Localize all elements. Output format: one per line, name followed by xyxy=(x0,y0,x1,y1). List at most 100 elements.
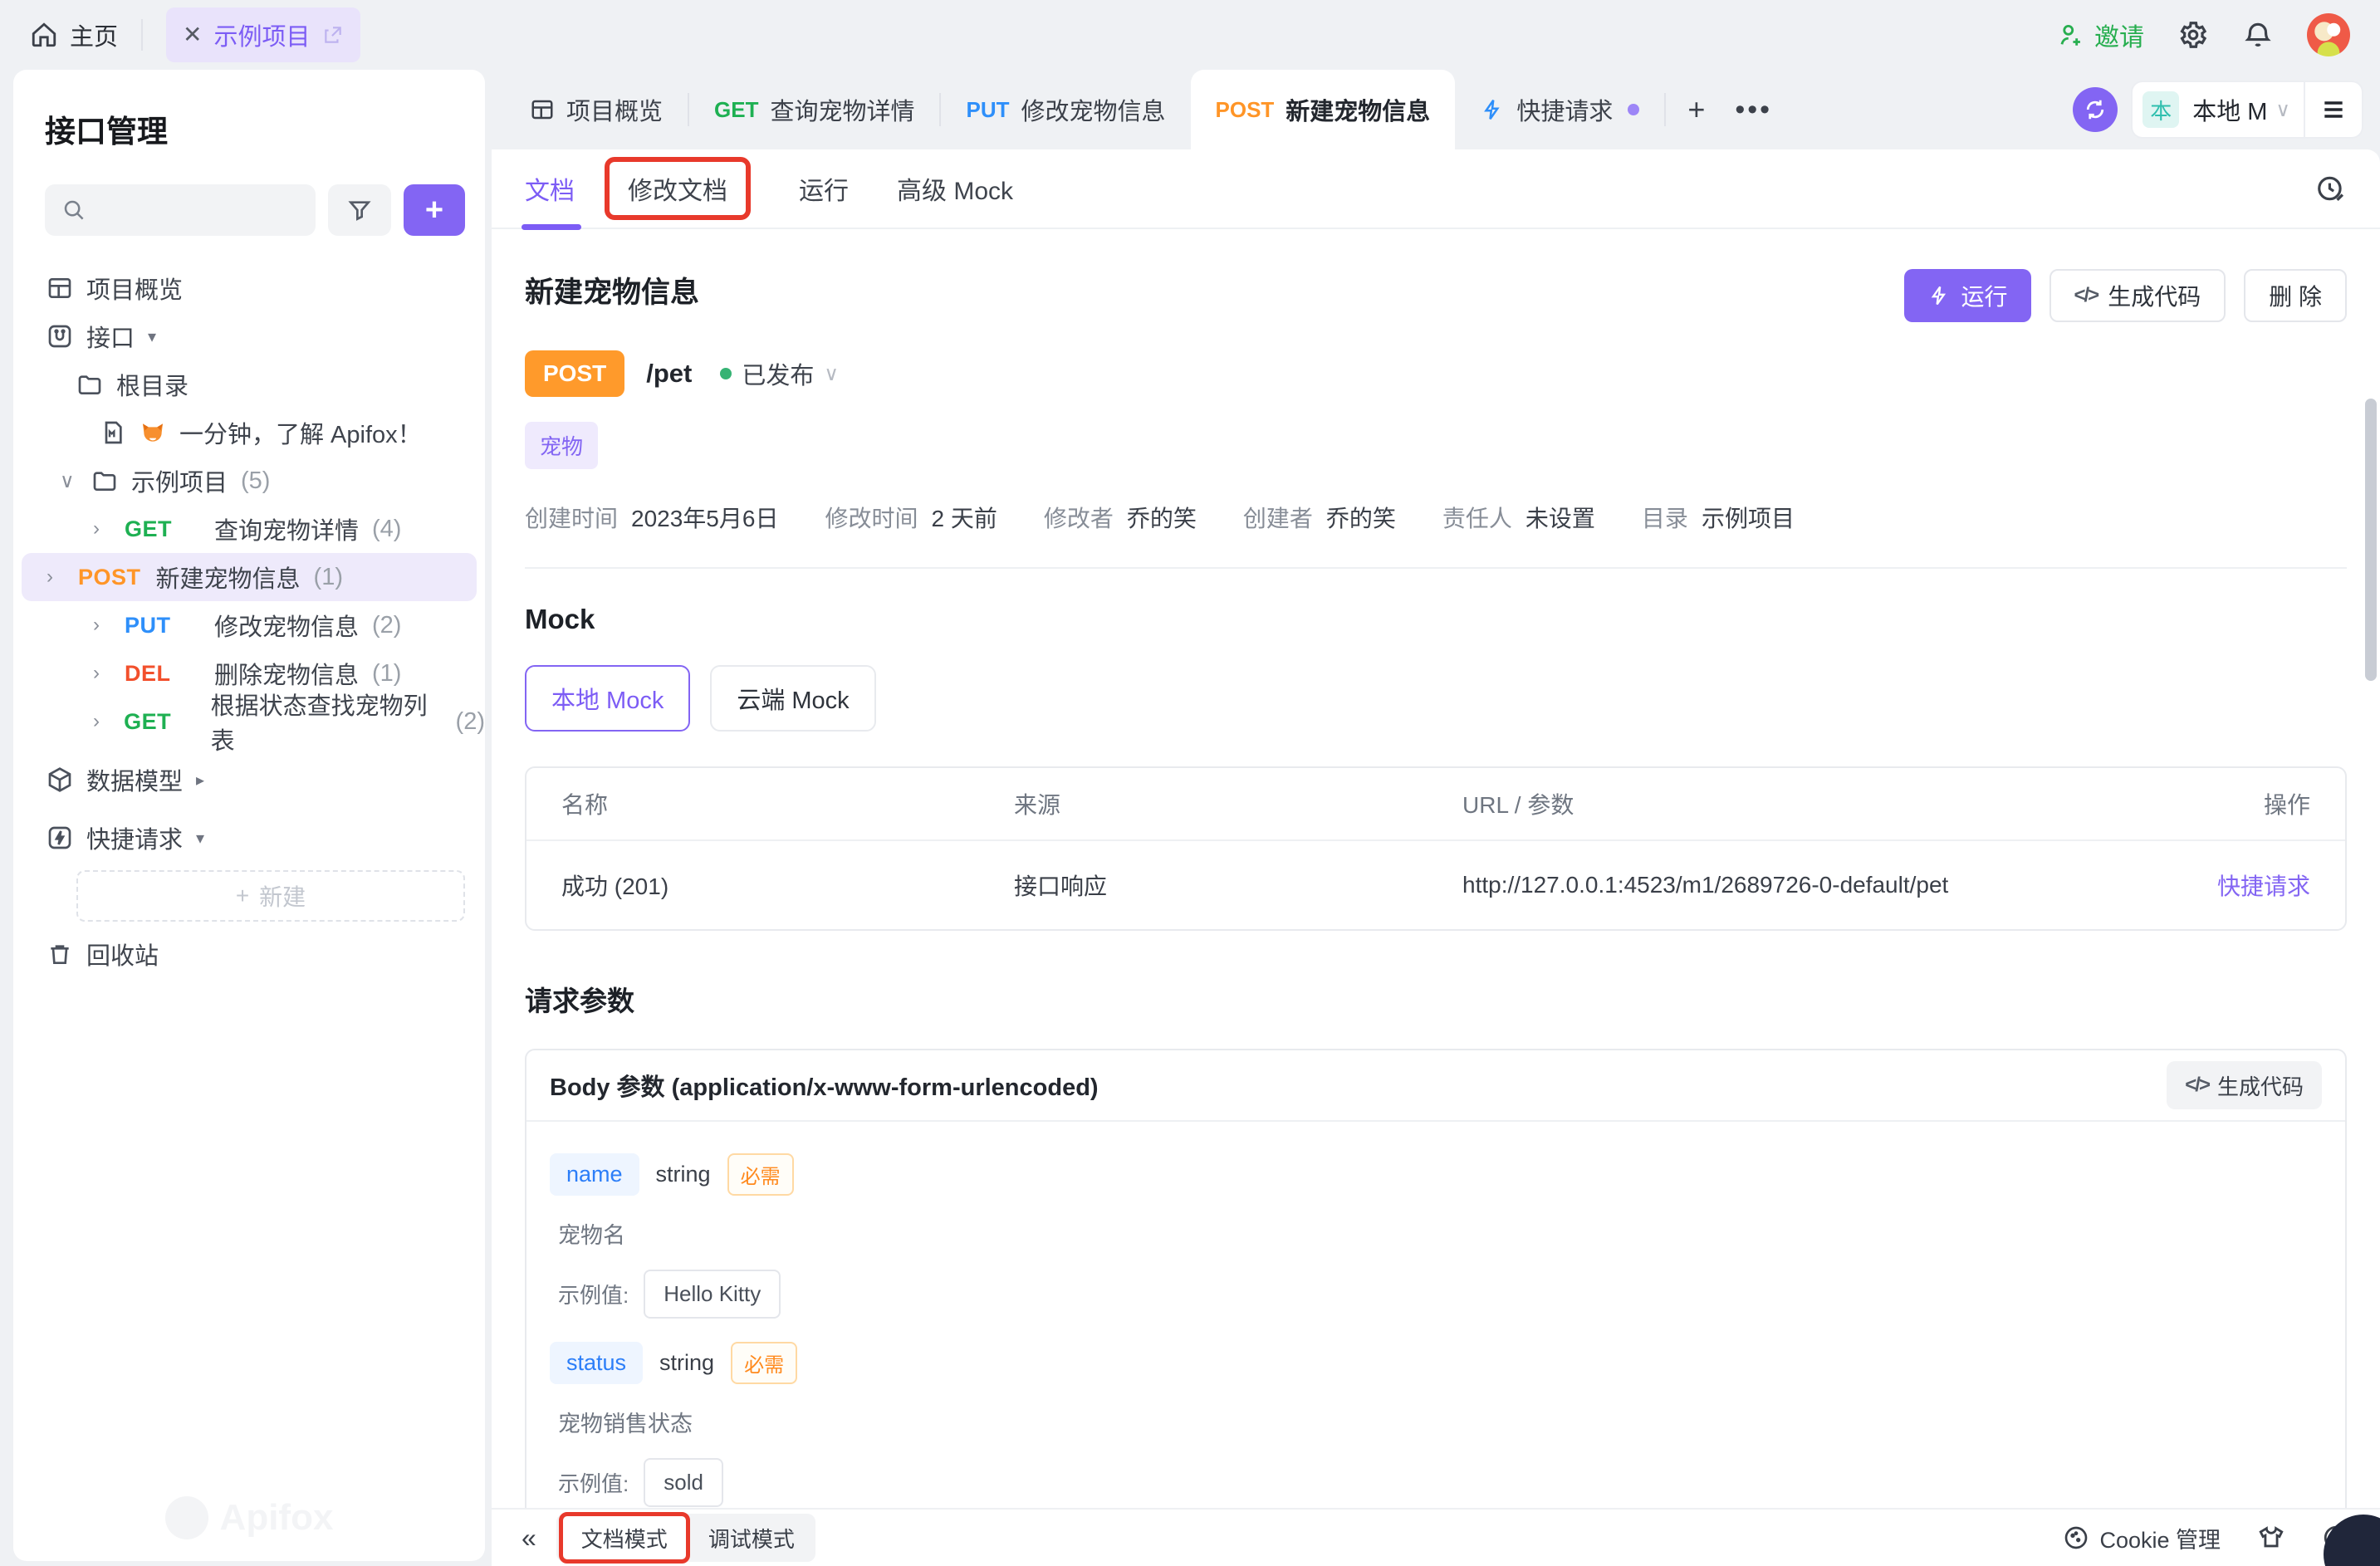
project-tab[interactable]: ✕ 示例项目 xyxy=(166,7,360,62)
method-badge: POST xyxy=(1216,97,1275,123)
new-quick-request-button[interactable]: + 新建 xyxy=(76,870,465,922)
cloud-mock-button[interactable]: 云端 Mock xyxy=(710,665,875,732)
filter-button[interactable] xyxy=(328,184,391,236)
scrollbar-thumb[interactable] xyxy=(2365,399,2377,681)
user-avatar[interactable] xyxy=(2307,13,2350,56)
search-field[interactable] xyxy=(98,198,299,223)
quick-request-link[interactable]: 快捷请求 xyxy=(2144,869,2310,902)
chevron-down-icon[interactable]: ∨ xyxy=(824,362,839,386)
example-folder-count: (5) xyxy=(241,467,270,495)
generate-code-label: 生成代码 xyxy=(2108,279,2201,312)
tab-more-button[interactable]: ••• xyxy=(1726,94,1780,126)
sidebar-item-data-model[interactable]: 数据模型 ▸ xyxy=(13,756,485,804)
chevron-right-icon[interactable]: › xyxy=(93,710,110,733)
api-label: 根据状态查找宠物列表 xyxy=(211,687,443,756)
sidebar-item-recycle-bin[interactable]: 回收站 xyxy=(13,930,485,978)
folder-icon xyxy=(76,371,103,398)
chevron-right-icon[interactable]: › xyxy=(47,565,65,589)
topbar-divider xyxy=(141,19,143,51)
publish-status[interactable]: 已发布 ∨ xyxy=(720,356,839,391)
caret-right-icon[interactable]: ▸ xyxy=(196,770,204,790)
overview-label: 项目概览 xyxy=(86,271,183,306)
doc-mode-label: 文档模式 xyxy=(581,1523,668,1554)
collapse-icon[interactable]: « xyxy=(522,1523,536,1554)
sidebar-api-put-update-pet[interactable]: › PUT 修改宠物信息 (2) xyxy=(13,601,485,649)
meta-label: 目录 xyxy=(1642,501,1688,534)
tab-put-update-pet[interactable]: PUT 修改宠物信息 xyxy=(941,70,1190,149)
api-count: (1) xyxy=(372,660,401,688)
subtab-doc[interactable]: 文档 xyxy=(525,149,575,228)
chevron-right-icon[interactable]: › xyxy=(93,662,111,685)
caret-down-icon[interactable]: ▾ xyxy=(148,326,156,347)
sidebar-folder-root[interactable]: 根目录 xyxy=(13,360,485,409)
home-button[interactable]: 主页 xyxy=(30,17,118,52)
doc-mode-button[interactable]: 文档模式 xyxy=(559,1512,690,1564)
mock-url[interactable]: http://127.0.0.1:4523/m1/2689726-0-defau… xyxy=(1462,872,2144,898)
meta-label: 创建时间 xyxy=(525,501,618,534)
gear-icon[interactable] xyxy=(2177,19,2209,51)
example-label: 示例值: xyxy=(558,1467,629,1498)
tab-label: 修改宠物信息 xyxy=(1021,92,1165,127)
new-tab-button[interactable]: + xyxy=(1666,92,1726,127)
env-badge: 本 xyxy=(2142,91,2179,128)
chevron-down-icon[interactable]: ∨ xyxy=(60,469,78,493)
tag-chip[interactable]: 宠物 xyxy=(525,422,598,469)
theme-shirt-icon[interactable] xyxy=(2257,1524,2285,1552)
project-tab-label: 示例项目 xyxy=(213,17,310,52)
sidebar-api-post-create-pet[interactable]: › POST 新建宠物信息 (1) xyxy=(22,553,477,601)
history-icon[interactable] xyxy=(2315,173,2347,204)
param-desc: 宠物名 xyxy=(558,1217,2322,1250)
sidebar-item-quick-request[interactable]: 快捷请求 ▾ xyxy=(13,814,485,862)
external-link-icon[interactable] xyxy=(322,24,344,46)
environment-selector[interactable]: 本 本地 M ∨ xyxy=(2133,82,2362,137)
chevron-down-icon[interactable]: ∨ xyxy=(2275,98,2290,122)
sidebar-api-get-pet-detail[interactable]: › GET 查询宠物详情 (4) xyxy=(13,505,485,553)
delete-button[interactable]: 删 除 xyxy=(2244,269,2347,322)
sidebar-section-apis[interactable]: 接口 ▾ xyxy=(13,312,485,360)
tab-get-pet-detail[interactable]: GET 查询宠物详情 xyxy=(689,70,939,149)
bolt-square-icon xyxy=(47,825,73,851)
generate-code-button[interactable]: </> 生成代码 xyxy=(2049,269,2226,322)
invite-button[interactable]: 邀请 xyxy=(2058,17,2144,53)
tab-post-create-pet-active[interactable]: POST 新建宠物信息 xyxy=(1191,70,1456,149)
body-params-panel: Body 参数 (application/x-www-form-urlencod… xyxy=(525,1049,2347,1545)
unsaved-dot xyxy=(1628,104,1639,115)
cookie-manager-button[interactable]: Cookie 管理 xyxy=(2063,1522,2221,1554)
subtab-advanced-mock[interactable]: 高级 Mock xyxy=(897,149,1013,228)
tab-quick-request[interactable]: 快捷请求 xyxy=(1455,70,1664,149)
overview-grid-icon xyxy=(530,97,555,122)
sidebar-item-project-overview[interactable]: 项目概览 xyxy=(13,264,485,312)
local-mock-button[interactable]: 本地 Mock xyxy=(525,665,690,732)
bell-icon[interactable] xyxy=(2242,19,2274,51)
sidebar-item-guide[interactable]: 一分钟，了解 Apifox！ xyxy=(13,409,485,457)
col-name: 名称 xyxy=(561,787,1014,820)
run-button[interactable]: 运行 xyxy=(1904,269,2030,322)
add-button[interactable]: + xyxy=(404,184,465,236)
method-badge: PUT xyxy=(125,613,201,639)
chevron-right-icon[interactable]: › xyxy=(93,614,111,637)
subtab-edit-doc[interactable]: 修改文档 xyxy=(623,149,751,228)
overview-grid-icon xyxy=(47,275,73,301)
sidebar-api-get-pet-list[interactable]: › GET 根据状态查找宠物列表 (2) xyxy=(13,697,485,746)
debug-mode-button[interactable]: 调试模式 xyxy=(690,1516,813,1559)
api-section-label: 接口 xyxy=(86,319,135,354)
meta-label: 创建者 xyxy=(1243,501,1313,534)
required-badge: 必需 xyxy=(731,1342,797,1384)
sidebar-folder-example[interactable]: ∨ 示例项目 (5) xyxy=(13,457,485,505)
tab-project-overview[interactable]: 项目概览 xyxy=(505,70,688,149)
generate-code-button[interactable]: </> 生成代码 xyxy=(2167,1061,2322,1109)
subtab-run[interactable]: 运行 xyxy=(799,149,849,228)
home-icon xyxy=(30,21,58,49)
meta-value: 乔的笑 xyxy=(1326,501,1396,534)
close-icon[interactable]: ✕ xyxy=(183,23,202,46)
data-model-label: 数据模型 xyxy=(86,762,183,797)
caret-down-icon[interactable]: ▾ xyxy=(196,828,204,849)
env-menu-icon[interactable] xyxy=(2305,96,2362,123)
param-type: string xyxy=(656,1162,711,1187)
sync-button[interactable] xyxy=(2073,87,2118,132)
cookie-label: Cookie 管理 xyxy=(2099,1522,2221,1554)
chevron-right-icon[interactable]: › xyxy=(93,517,111,541)
example-label: 示例值: xyxy=(558,1279,629,1309)
search-input[interactable] xyxy=(45,184,316,236)
cloud-mock-label: 云端 Mock xyxy=(737,681,849,716)
